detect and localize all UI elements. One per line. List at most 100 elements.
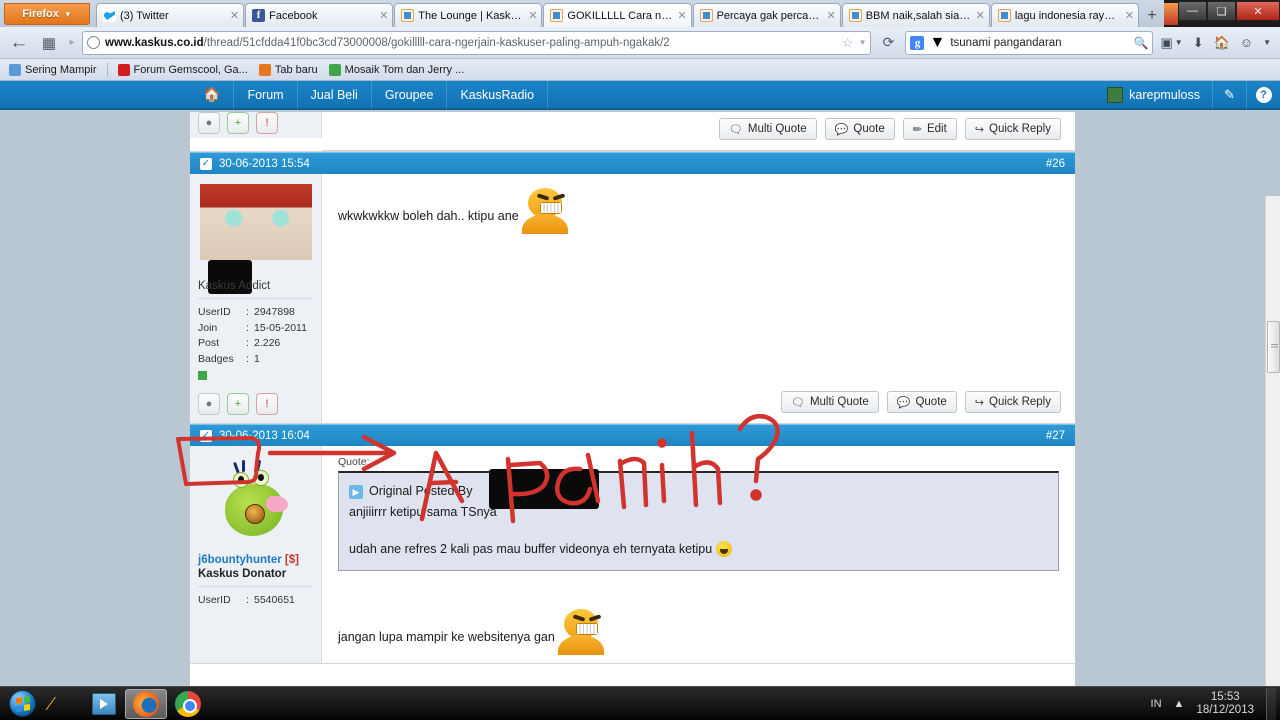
browser-tab-facebook[interactable]: f Facebook ✕ (245, 3, 394, 27)
bookmark-forum-gemscool[interactable]: Forum Gemscool, Ga... (115, 63, 251, 76)
close-icon[interactable]: ✕ (976, 9, 985, 22)
tab-list: (3) Twitter ✕ f Facebook ✕ The Lounge | … (96, 3, 1164, 27)
user-panel-26: Kaskus Addict UserID:2947898 Join:15-05-… (190, 174, 322, 423)
page-scrollbar[interactable] (1265, 196, 1280, 686)
bookmarks-menu-button[interactable]: ▣ ▼ (1157, 35, 1185, 51)
browser-tab-lounge[interactable]: The Lounge | Kasku... ✕ (394, 3, 543, 27)
show-desktop-button[interactable] (1266, 687, 1276, 720)
post-number[interactable]: #27 (1046, 430, 1065, 442)
taskbar-item-chrome[interactable] (167, 689, 209, 719)
nav-item-groupee[interactable]: Groupee (372, 81, 448, 109)
bookmark-tab-baru[interactable]: Tab baru (256, 63, 321, 76)
clock[interactable]: 15:53 18/12/2013 (1196, 691, 1254, 717)
search-bar[interactable]: g ▼ tsunami pangandaran 🔍 (905, 30, 1154, 55)
report-button[interactable]: ! (256, 393, 278, 415)
post-footer-26: 🗨 Multi Quote 💬 Quote ↪ Quick Reply (780, 385, 1075, 423)
navbar-right: karepmuloss ✎ ? (1095, 81, 1280, 109)
chevron-right-icon: ▸ (69, 37, 75, 48)
language-indicator[interactable]: IN (1151, 698, 1162, 710)
scrollbar-thumb[interactable] (1267, 321, 1280, 373)
search-icon[interactable]: 🔍 (1134, 36, 1149, 50)
home-button[interactable]: 🏠 (1211, 35, 1233, 51)
emoticon-shoulders (522, 214, 569, 234)
bookmark-star-icon[interactable]: ☆ (842, 35, 854, 51)
bookmark-label: Forum Gemscool, Ga... (133, 63, 248, 76)
maximize-button[interactable]: ❑ (1207, 1, 1236, 21)
quote-line-2-label: udah ane refres 2 kali pas mau buffer vi… (349, 542, 713, 556)
checkbox-icon[interactable]: ✓ (200, 429, 212, 442)
close-button[interactable]: ✕ (1236, 1, 1280, 21)
post-body-27: j6bountyhunter [$] Kaskus Donator UserID… (190, 446, 1075, 663)
taskbar-item-media-player[interactable] (83, 689, 125, 719)
chevron-down-icon[interactable]: ▼ (859, 38, 867, 47)
address-bar[interactable]: www.kaskus.co.id/thread/51cfdda41f0bc3cd… (82, 30, 872, 55)
downloads-button[interactable]: ⬇ (1190, 35, 1207, 51)
close-icon[interactable]: ✕ (528, 9, 537, 22)
search-input[interactable]: tsunami pangandaran (950, 37, 1128, 49)
minimize-button[interactable]: — (1178, 1, 1207, 21)
nav-item-jual-beli[interactable]: Jual Beli (298, 81, 372, 109)
browser-tab-gokillll[interactable]: GOKILLLLL Cara nge... ✕ (543, 3, 692, 27)
grin-emoticon (522, 188, 569, 234)
quote-button[interactable]: 💬 Quote (886, 391, 957, 413)
quote-button[interactable]: 💬 Quote (824, 118, 895, 140)
help-icon[interactable]: ? (1246, 81, 1280, 109)
frog-pupil-right (257, 474, 264, 481)
close-icon[interactable]: ✕ (677, 9, 686, 22)
checkbox-icon[interactable]: ✓ (200, 157, 212, 170)
quick-reply-button[interactable]: ↪ Quick Reply (964, 118, 1061, 140)
page-actions-icon[interactable]: ▦ (36, 31, 62, 55)
chevron-down-icon[interactable]: ▼ (929, 34, 945, 52)
back-icon[interactable]: ← (6, 31, 32, 55)
browser-tab-twitter[interactable]: (3) Twitter ✕ (96, 3, 245, 27)
multi-quote-button[interactable]: 🗨 Multi Quote (718, 118, 817, 140)
post-body-26: Kaskus Addict UserID:2947898 Join:15-05-… (190, 174, 1075, 423)
close-icon[interactable]: ✕ (826, 9, 835, 22)
nav-item-kaskusradio[interactable]: KaskusRadio (447, 81, 549, 109)
reputation-up-button[interactable]: + (227, 393, 249, 415)
user-profile-button[interactable]: ● (198, 393, 220, 415)
newtab-icon (258, 63, 271, 76)
play-icon[interactable]: ▶ (349, 484, 363, 499)
browser-tab-lagu[interactable]: lagu indonesia raya ... ✕ (990, 3, 1139, 27)
bookmark-mosaik[interactable]: Mosaik Tom dan Jerry ... (326, 63, 468, 76)
overflow-menu-button[interactable]: ▼ (1260, 38, 1274, 47)
user-stats-27: UserID:5540651 (198, 593, 313, 609)
stat-row: Join:15-05-2011 (198, 321, 313, 337)
post-26: ✓ 30-06-2013 15:54 #26 Kaskus Addict Use… (190, 152, 1075, 424)
avatar[interactable] (199, 184, 312, 260)
close-icon[interactable]: ✕ (379, 9, 388, 22)
start-button[interactable] (3, 689, 41, 719)
badge-icon[interactable] (198, 371, 207, 380)
user-menu[interactable]: karepmuloss (1095, 86, 1212, 103)
taskbar-item-winamp[interactable]: ⁄ (41, 689, 83, 719)
firefox-menu-button[interactable]: Firefox ▼ (4, 3, 90, 25)
user-name-27[interactable]: j6bountyhunter [$] (198, 554, 313, 566)
nav-home-button[interactable]: 🏠 (190, 81, 235, 109)
multi-quote-button[interactable]: 🗨 Multi Quote (780, 391, 879, 413)
addon-smiley-button[interactable]: ☺ (1237, 35, 1256, 50)
grin-emoticon (558, 609, 605, 655)
nav-item-forum[interactable]: Forum (234, 81, 298, 109)
post-number[interactable]: #26 (1046, 158, 1065, 170)
close-icon[interactable]: ✕ (1125, 9, 1134, 22)
quick-reply-button[interactable]: ↪ Quick Reply (964, 391, 1061, 413)
reputation-up-button[interactable]: + (227, 112, 249, 134)
user-panel: ● + ! (190, 112, 322, 138)
reload-icon[interactable]: ⟳ (875, 31, 901, 55)
user-profile-button[interactable]: ● (198, 112, 220, 134)
pencil-icon[interactable]: ✎ (1212, 81, 1246, 109)
quote-spacer (349, 523, 1048, 539)
taskbar-item-firefox[interactable] (125, 688, 167, 719)
edit-button[interactable]: ✏ Edit (902, 118, 957, 140)
show-hidden-icons-icon[interactable]: ▲ (1174, 698, 1185, 710)
tab-label: Facebook (269, 9, 318, 22)
browser-tab-bbm[interactable]: BBM naik,salah siap... ✕ (841, 3, 990, 27)
new-tab-button[interactable]: + (1140, 5, 1164, 27)
bookmark-sering-mampir[interactable]: Sering Mampir (6, 63, 100, 76)
report-button[interactable]: ! (256, 112, 278, 134)
browser-tab-percaya[interactable]: Percaya gak percaya... ✕ (692, 3, 841, 27)
emoticon-mouth (576, 623, 599, 635)
avatar[interactable] (211, 459, 301, 548)
close-icon[interactable]: ✕ (230, 9, 239, 22)
